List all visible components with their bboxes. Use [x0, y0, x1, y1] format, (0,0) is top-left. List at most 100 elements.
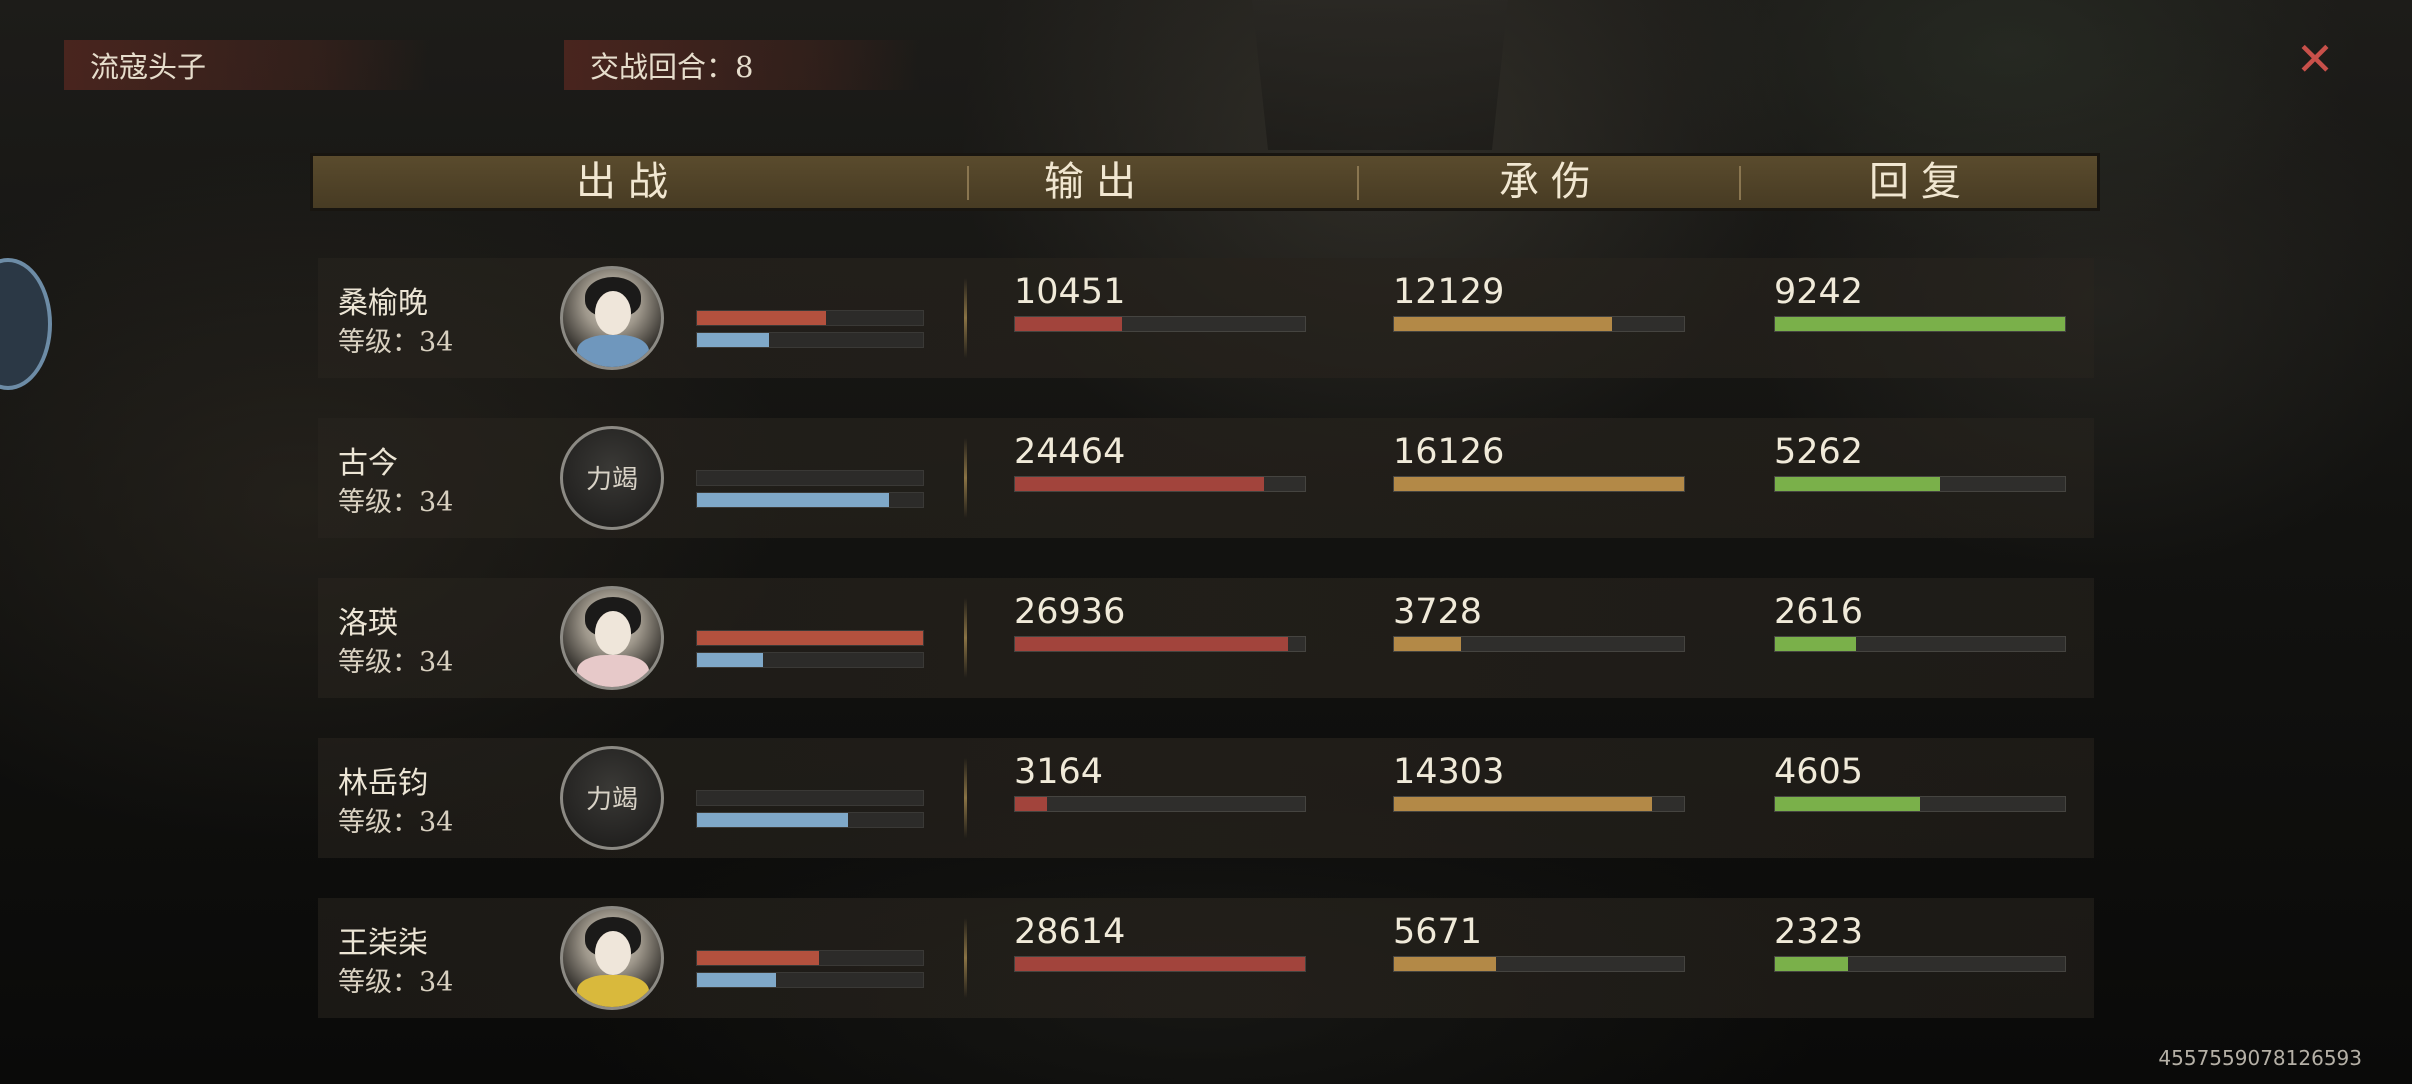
output-value: 28614	[1014, 912, 1126, 952]
fighter-level: 等级：34	[338, 327, 454, 358]
output-value: 26936	[1014, 592, 1126, 632]
robe-shape	[577, 655, 649, 687]
fighter-avatar[interactable]	[560, 586, 664, 690]
mp-bar-fill	[697, 653, 763, 667]
healing-stat: 2616	[1774, 592, 2066, 652]
stats-table-header: 出战 输出 承伤 回复	[310, 153, 2100, 211]
mp-bar-fill	[697, 973, 777, 987]
robe-shape	[577, 975, 649, 1007]
healing-bar-fill	[1775, 477, 1941, 491]
mp-bar-fill	[697, 333, 770, 347]
healing-bar	[1774, 476, 2066, 492]
header-fighters: 出战	[576, 159, 680, 205]
fighter-level: 等级：34	[338, 967, 454, 998]
healing-stat: 4605	[1774, 752, 2066, 812]
healing-bar	[1774, 956, 2066, 972]
column-divider	[964, 758, 967, 838]
fighter-row: 林岳钧 等级：34 力竭 3164 14303 4605	[318, 738, 2094, 858]
fighter-avatar[interactable]: 力竭	[560, 426, 664, 530]
fighter-avatar[interactable]	[560, 266, 664, 370]
healing-value: 2616	[1774, 592, 1864, 632]
output-stat: 26936	[1014, 592, 1306, 652]
player-uid: 4557559078126593	[2158, 1046, 2362, 1070]
fighter-name: 洛瑛	[338, 606, 398, 641]
close-icon: ✕	[2295, 32, 2335, 86]
close-button[interactable]: ✕	[2290, 34, 2340, 84]
fighter-avatar[interactable]: 力竭	[560, 746, 664, 850]
pavilion-silhouette	[1252, 0, 1508, 150]
mp-bar-fill	[697, 493, 890, 507]
output-bar	[1014, 796, 1306, 812]
damage-taken-stat: 3728	[1393, 592, 1685, 652]
header-healing: 回复	[1869, 159, 1973, 205]
damage-taken-stat: 12129	[1393, 272, 1685, 332]
hp-bar-fill	[697, 951, 820, 965]
output-value: 10451	[1014, 272, 1126, 312]
output-value: 24464	[1014, 432, 1126, 472]
damage-taken-stat: 14303	[1393, 752, 1685, 812]
mp-bar-fill	[697, 813, 849, 827]
mp-bar	[696, 492, 924, 508]
output-bar-fill	[1015, 957, 1305, 971]
output-bar-fill	[1015, 477, 1265, 491]
mp-bar	[696, 652, 924, 668]
output-stat: 10451	[1014, 272, 1306, 332]
face-shape	[595, 611, 631, 655]
robe-shape	[577, 335, 649, 367]
fighter-name: 古今	[338, 446, 398, 481]
damage-taken-bar-fill	[1394, 957, 1496, 971]
mp-bar	[696, 972, 924, 988]
output-bar-fill	[1015, 797, 1047, 811]
fighter-name: 桑榆晚	[338, 286, 428, 321]
output-stat: 28614	[1014, 912, 1306, 972]
output-bar-fill	[1015, 637, 1288, 651]
column-divider	[964, 918, 967, 998]
header-output: 输出	[1044, 159, 1148, 205]
fighter-level: 等级：34	[338, 807, 454, 838]
column-divider	[964, 598, 967, 678]
healing-stat: 5262	[1774, 432, 2066, 492]
healing-bar-fill	[1775, 637, 1857, 651]
healing-bar	[1774, 316, 2066, 332]
damage-taken-bar	[1393, 796, 1685, 812]
output-bar	[1014, 636, 1306, 652]
healing-value: 4605	[1774, 752, 1864, 792]
column-divider	[964, 438, 967, 518]
exhausted-label: 力竭	[585, 785, 638, 815]
damage-taken-bar-fill	[1394, 637, 1461, 651]
enemy-name: 流寇头子	[90, 50, 207, 84]
fighter-avatar[interactable]	[560, 906, 664, 1010]
column-divider	[964, 278, 967, 358]
round-tag: 交战回合：8	[564, 40, 920, 90]
hp-bar	[696, 310, 924, 326]
output-stat: 3164	[1014, 752, 1306, 812]
damage-taken-bar	[1393, 316, 1685, 332]
healing-stat: 2323	[1774, 912, 2066, 972]
fighter-row: 王柒柒 等级：34 28614 5671 2323	[318, 898, 2094, 1018]
damage-taken-stat: 5671	[1393, 912, 1685, 972]
hp-bar-fill	[697, 311, 826, 325]
fighter-level: 等级：34	[338, 487, 454, 518]
output-bar	[1014, 476, 1306, 492]
hp-bar	[696, 470, 924, 486]
face-shape	[595, 291, 631, 335]
fighter-name: 王柒柒	[338, 926, 428, 961]
healing-stat: 9242	[1774, 272, 2066, 332]
damage-taken-bar	[1393, 956, 1685, 972]
hp-bar	[696, 950, 924, 966]
healing-bar-fill	[1775, 797, 1920, 811]
damage-taken-value: 14303	[1393, 752, 1505, 792]
output-bar-fill	[1015, 317, 1123, 331]
damage-taken-bar	[1393, 476, 1685, 492]
damage-taken-bar-fill	[1394, 797, 1653, 811]
healing-value: 2323	[1774, 912, 1864, 952]
damage-taken-value: 3728	[1393, 592, 1483, 632]
healing-bar-fill	[1775, 957, 1848, 971]
exhausted-label: 力竭	[585, 465, 638, 495]
output-stat: 24464	[1014, 432, 1306, 492]
mp-bar	[696, 812, 924, 828]
header-damage-taken: 承伤	[1499, 159, 1603, 205]
damage-taken-bar-fill	[1394, 317, 1612, 331]
hp-bar	[696, 630, 924, 646]
mp-bar	[696, 332, 924, 348]
